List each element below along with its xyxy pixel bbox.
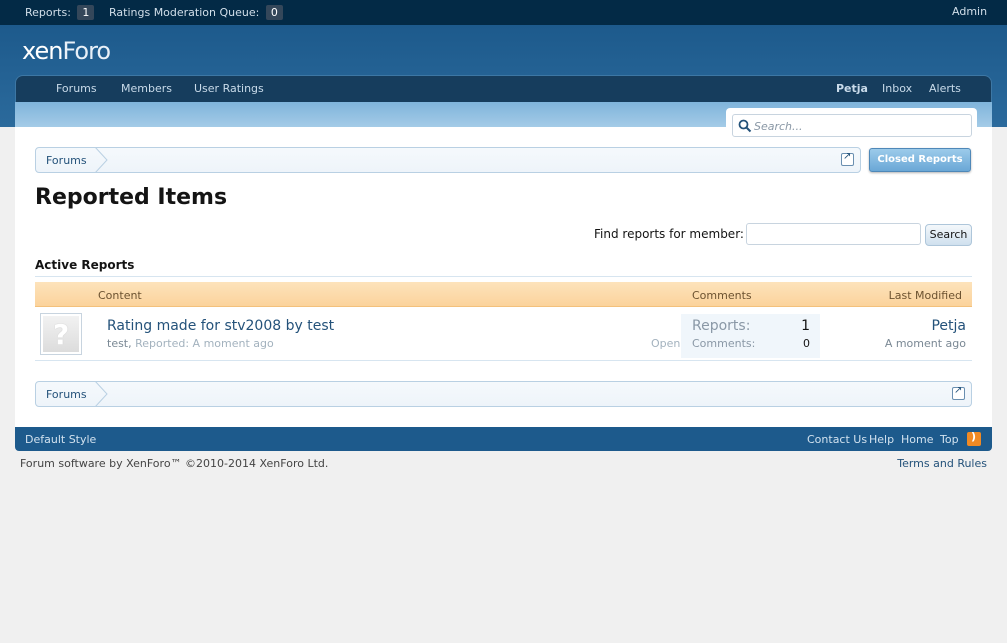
report-stats: Reports: 1 Comments: 0 — [681, 314, 820, 358]
last-modified-user-link[interactable]: Petja — [931, 318, 966, 334]
table-row[interactable]: ? Rating made for stv2008 by test test, … — [35, 308, 972, 361]
report-meta: test, Reported: A moment ago — [107, 337, 274, 350]
search-placeholder: Search... — [754, 120, 803, 133]
breadcrumb-forums[interactable]: Forums — [36, 148, 97, 172]
breadcrumb-separator-icon — [94, 147, 108, 173]
tab-user-ratings[interactable]: User Ratings — [194, 82, 264, 95]
page-title: Reported Items — [35, 185, 228, 210]
alerts-link[interactable]: Alerts — [929, 82, 961, 95]
jump-to-icon[interactable] — [841, 151, 854, 166]
help-link[interactable]: Help — [869, 433, 894, 446]
report-state: Open — [651, 337, 681, 350]
moderation-queue-link[interactable]: Ratings Moderation Queue: 0 — [109, 5, 283, 20]
inbox-link[interactable]: Inbox — [882, 82, 912, 95]
reports-count: 1 — [77, 5, 95, 20]
breadcrumb-bottom: Forums — [35, 381, 972, 407]
find-member-input[interactable] — [746, 223, 921, 245]
report-title-link[interactable]: Rating made for stv2008 by test — [107, 318, 334, 334]
contact-us-link[interactable]: Contact Us — [807, 433, 867, 446]
search-icon — [738, 119, 752, 133]
comments-stat-value: 0 — [803, 337, 810, 350]
reports-link[interactable]: Reports: 1 — [25, 5, 95, 20]
copyright-text: Forum software by XenForo™ ©2010-2014 Xe… — [20, 457, 329, 470]
nav-tabs: Forums Members User Ratings Petja Inbox … — [15, 75, 992, 102]
top-link[interactable]: Top — [940, 433, 959, 446]
logo-text-xen: xen — [22, 37, 63, 65]
column-last-modified: Last Modified — [888, 289, 962, 302]
site-logo[interactable]: xenForo — [22, 37, 111, 65]
reports-stat-label: Reports: — [692, 318, 751, 334]
moderation-label: Ratings Moderation Queue: — [109, 6, 260, 19]
admin-link[interactable]: Admin — [952, 5, 987, 18]
section-title: Active Reports — [35, 258, 972, 277]
breadcrumb-forums-bottom[interactable]: Forums — [36, 382, 97, 406]
jump-to-icon[interactable] — [952, 385, 965, 400]
home-link[interactable]: Home — [901, 433, 933, 446]
column-comments: Comments — [692, 289, 752, 302]
report-user-link[interactable]: test — [107, 337, 128, 350]
terms-link[interactable]: Terms and Rules — [897, 457, 987, 470]
rss-icon[interactable] — [967, 430, 981, 446]
find-search-button[interactable]: Search — [925, 224, 972, 246]
avatar-placeholder-icon: ? — [43, 316, 79, 352]
closed-reports-button[interactable]: Closed Reports — [869, 148, 971, 172]
tab-forums[interactable]: Forums — [56, 82, 97, 95]
moderation-count: 0 — [265, 5, 283, 20]
search-input[interactable]: Search... — [732, 114, 972, 137]
comments-stat-label: Comments: — [692, 337, 756, 350]
admin-bar: Reports: 1 Ratings Moderation Queue: 0 A… — [0, 0, 1007, 25]
find-member-label: Find reports for member: — [594, 227, 744, 241]
column-content: Content — [98, 289, 142, 302]
reports-label: Reports: — [25, 6, 71, 19]
breadcrumb-separator-icon — [94, 381, 108, 407]
style-chooser-link[interactable]: Default Style — [25, 433, 96, 446]
tab-members[interactable]: Members — [121, 82, 172, 95]
footer-links: Contact Us Help Home Top — [807, 430, 982, 447]
report-time: Reported: A moment ago — [135, 337, 274, 350]
table-header: Content Comments Last Modified — [35, 282, 972, 307]
footer-bar: Default Style Contact Us Help Home Top — [15, 427, 992, 451]
avatar[interactable]: ? — [40, 313, 82, 355]
breadcrumb-top: Forums — [35, 147, 861, 173]
last-modified-time: A moment ago — [884, 337, 966, 350]
logo-text-foro: Foro — [62, 37, 111, 65]
account-link[interactable]: Petja — [836, 82, 868, 95]
reports-stat-value: 1 — [801, 318, 810, 334]
